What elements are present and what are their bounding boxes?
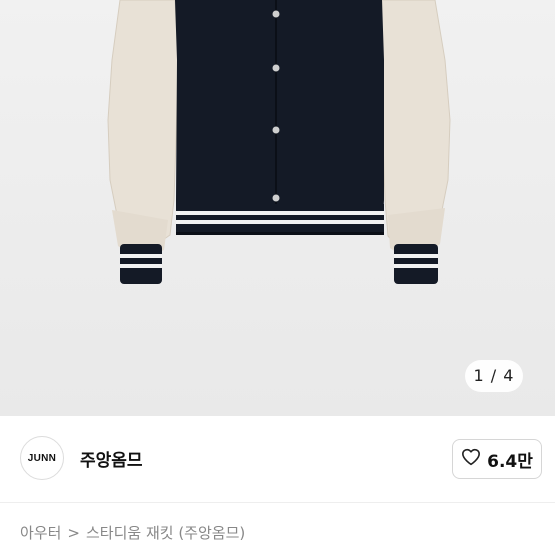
- seller-logo-text: JUNN: [27, 452, 57, 464]
- product-image-gallery[interactable]: 1 / 4: [0, 0, 555, 416]
- breadcrumb-separator: >: [67, 523, 80, 542]
- gallery-page-indicator: 1 / 4: [465, 360, 523, 392]
- like-count: 6.4만: [487, 451, 533, 472]
- breadcrumb-category[interactable]: 아우터: [20, 522, 61, 543]
- stadium-jacket-image: [107, 0, 451, 284]
- breadcrumb-item[interactable]: 스타디움 재킷 (주앙옴므): [86, 522, 245, 543]
- breadcrumb: 아우터 > 스타디움 재킷 (주앙옴므): [20, 522, 245, 543]
- like-button[interactable]: 6.4만: [452, 439, 542, 479]
- seller-info-row: JUNN 주앙옴므 6.4만: [0, 416, 555, 502]
- section-divider: [0, 502, 555, 503]
- seller-avatar[interactable]: JUNN: [20, 436, 64, 480]
- heart-outline-icon: [461, 448, 481, 470]
- seller-name[interactable]: 주앙옴므: [80, 446, 143, 471]
